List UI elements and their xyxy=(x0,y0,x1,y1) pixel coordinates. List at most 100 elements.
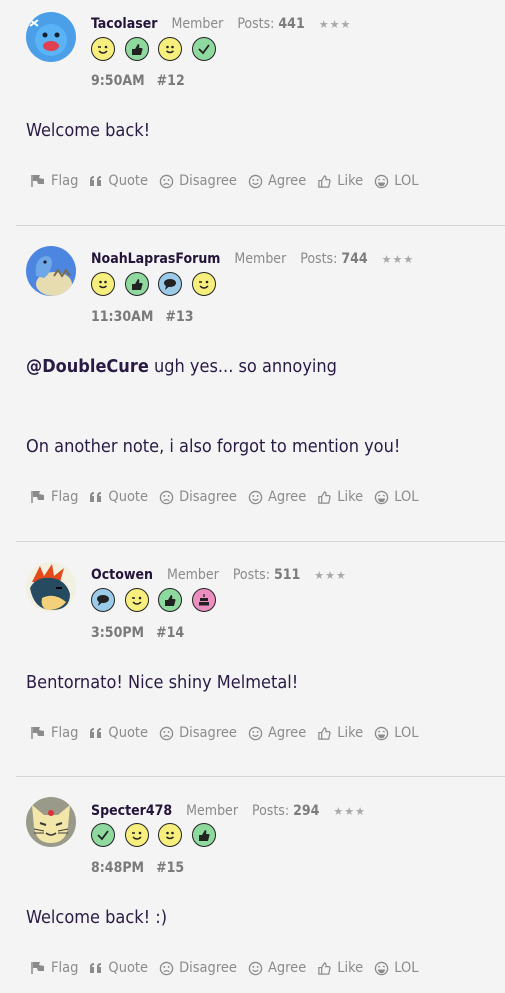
disagree-button[interactable]: Disagree xyxy=(159,960,237,976)
thumbs-up-outline-icon xyxy=(318,174,331,188)
speech-bubble-icon[interactable] xyxy=(158,272,182,296)
user-mention[interactable]: @DoubleCure xyxy=(26,356,149,377)
disagree-button[interactable]: Disagree xyxy=(159,489,237,505)
thumbs-up-icon[interactable] xyxy=(124,272,149,296)
user-meta: Specter478 Member Posts: 294 ★★★ xyxy=(91,801,366,821)
speech-bubble-icon[interactable] xyxy=(91,588,115,612)
post-actions: Flag Quote Disagree Agree Like LOL xyxy=(30,489,430,505)
avatar-image-lapras xyxy=(26,246,76,296)
smile-icon[interactable] xyxy=(158,37,182,61)
post: NoahLaprasForum Member Posts: 744 ★★★ 11… xyxy=(16,226,505,542)
check-icon[interactable] xyxy=(191,37,216,61)
disagree-button[interactable]: Disagree xyxy=(159,725,237,741)
flag-button[interactable]: Flag xyxy=(30,173,78,189)
avatar[interactable] xyxy=(26,12,76,62)
post-number[interactable]: #12 xyxy=(157,73,185,89)
lol-button[interactable]: LOL xyxy=(374,960,419,976)
wink-icon[interactable] xyxy=(124,823,149,847)
post-body-line: @DoubleCure ugh yes... so annoying xyxy=(26,356,337,377)
agree-button[interactable]: Agree xyxy=(248,960,306,976)
user-role: Member xyxy=(171,16,224,32)
post-timestamp[interactable]: 11:30AM #13 xyxy=(91,309,193,325)
avatar-image-cyndaquil xyxy=(26,562,76,612)
thumbs-up-icon[interactable] xyxy=(124,37,149,61)
avatar[interactable] xyxy=(26,562,76,612)
flag-button[interactable]: Flag xyxy=(30,489,78,505)
post-count: Posts: 744 xyxy=(300,251,368,267)
frown-icon xyxy=(159,726,174,740)
post-number[interactable]: #15 xyxy=(156,860,184,876)
post-actions: Flag Quote Disagree Agree Like LOL xyxy=(30,960,430,976)
smile-outline-icon xyxy=(248,174,263,188)
quote-button[interactable]: Quote xyxy=(89,960,148,976)
rank-stars: ★★★ xyxy=(333,804,366,818)
user-role: Member xyxy=(186,803,238,819)
frown-icon xyxy=(159,961,174,975)
user-role: Member xyxy=(167,567,219,583)
avatar[interactable] xyxy=(26,246,76,296)
smile-outline-icon xyxy=(248,726,263,740)
post-body: Welcome back! :) xyxy=(26,907,168,928)
thumbs-up-icon[interactable] xyxy=(158,588,182,612)
post: Specter478 Member Posts: 294 ★★★ 8:48PM #… xyxy=(16,777,505,993)
rank-stars: ★★★ xyxy=(318,17,352,31)
rank-stars: ★★★ xyxy=(381,252,415,266)
badge-row xyxy=(91,823,225,849)
lol-button[interactable]: LOL xyxy=(374,489,419,505)
post-actions: Flag Quote Disagree Agree Like LOL xyxy=(30,173,430,189)
wink-icon[interactable] xyxy=(91,37,115,61)
laugh-icon xyxy=(374,726,389,740)
disagree-button[interactable]: Disagree xyxy=(159,173,237,189)
username[interactable]: Specter478 xyxy=(91,803,172,819)
flag-icon xyxy=(31,175,44,187)
post-timestamp[interactable]: 9:50AM #12 xyxy=(91,73,185,89)
quote-button[interactable]: Quote xyxy=(89,725,148,741)
post-body-line: On another note, i also forgot to mentio… xyxy=(26,436,401,457)
badge-row xyxy=(91,272,225,298)
laugh-icon xyxy=(374,490,389,504)
avatar-image-wooper xyxy=(26,12,76,62)
smile-icon[interactable] xyxy=(91,272,115,296)
post-timestamp[interactable]: 8:48PM #15 xyxy=(91,860,184,876)
flag-button[interactable]: Flag xyxy=(30,725,78,741)
smile-outline-icon xyxy=(248,961,263,975)
post: Tacolaser Member Posts: 441 ★★★ 9:50AM #1… xyxy=(16,0,505,226)
thumbs-up-icon[interactable] xyxy=(191,823,216,847)
post-number[interactable]: #14 xyxy=(156,625,184,641)
quote-icon xyxy=(90,728,102,738)
badge-row xyxy=(91,588,225,614)
cake-icon[interactable] xyxy=(191,588,216,612)
agree-button[interactable]: Agree xyxy=(248,725,306,741)
username[interactable]: Tacolaser xyxy=(91,16,157,32)
flag-icon xyxy=(31,962,44,974)
quote-icon xyxy=(90,492,102,502)
check-icon[interactable] xyxy=(91,823,115,847)
quote-button[interactable]: Quote xyxy=(89,489,148,505)
quote-icon xyxy=(90,176,102,186)
post-count: Posts: 511 xyxy=(232,567,301,583)
avatar[interactable] xyxy=(26,797,76,847)
wink-icon[interactable] xyxy=(124,588,149,612)
wink-icon[interactable] xyxy=(191,272,216,296)
username[interactable]: NoahLaprasForum xyxy=(91,251,220,267)
smile-outline-icon xyxy=(248,490,263,504)
lol-button[interactable]: LOL xyxy=(374,173,419,189)
frown-icon xyxy=(159,174,174,188)
agree-button[interactable]: Agree xyxy=(248,489,306,505)
like-button[interactable]: Like xyxy=(317,173,363,189)
post-timestamp[interactable]: 3:50PM #14 xyxy=(91,625,184,641)
post-body: Bentornato! Nice shiny Melmetal! xyxy=(26,672,299,693)
quote-icon xyxy=(90,963,102,973)
lol-button[interactable]: LOL xyxy=(374,725,419,741)
laugh-icon xyxy=(374,174,389,188)
post-number[interactable]: #13 xyxy=(165,309,193,325)
quote-button[interactable]: Quote xyxy=(89,173,148,189)
like-button[interactable]: Like xyxy=(317,725,363,741)
like-button[interactable]: Like xyxy=(317,489,363,505)
like-button[interactable]: Like xyxy=(317,960,363,976)
flag-button[interactable]: Flag xyxy=(30,960,78,976)
smile-icon[interactable] xyxy=(158,823,182,847)
username[interactable]: Octowen xyxy=(91,567,153,583)
avatar-image-persian xyxy=(26,797,76,847)
agree-button[interactable]: Agree xyxy=(248,173,306,189)
